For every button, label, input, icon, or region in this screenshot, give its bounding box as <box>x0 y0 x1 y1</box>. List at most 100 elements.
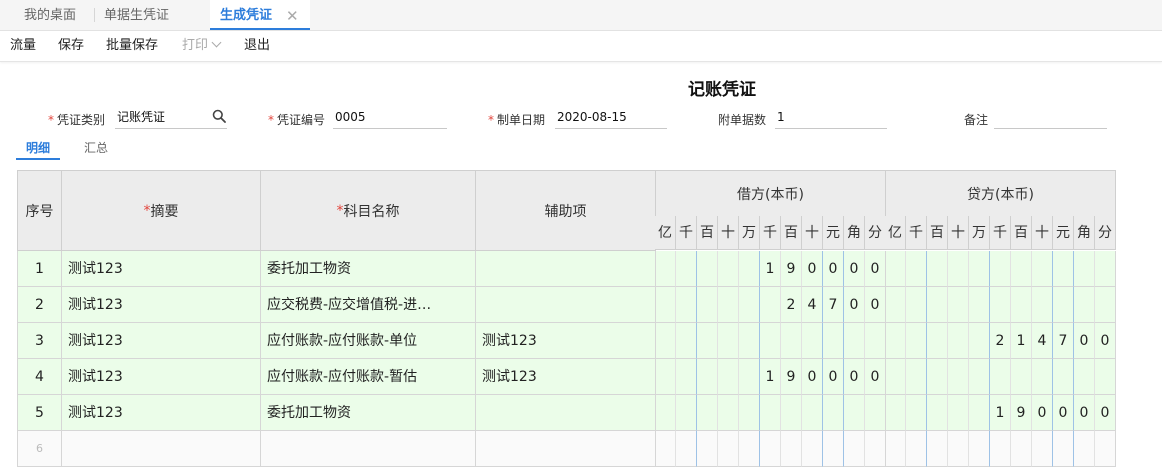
row-summary[interactable]: 测试123 <box>62 359 261 395</box>
debit-digit-cell[interactable]: 9 <box>781 251 802 287</box>
credit-digit-cell[interactable] <box>1095 287 1116 323</box>
credit-digit-cell[interactable] <box>1011 251 1032 287</box>
credit-digit-cell[interactable] <box>948 359 969 395</box>
debit-digit-cell[interactable] <box>655 431 676 467</box>
credit-digit-cell[interactable] <box>927 287 948 323</box>
credit-digit-cell[interactable]: 0 <box>1095 395 1116 431</box>
credit-digit-cell[interactable] <box>1053 431 1074 467</box>
debit-digit-cell[interactable] <box>739 395 760 431</box>
print-dropdown[interactable]: 打印 <box>182 31 222 61</box>
credit-digit-cell[interactable] <box>1074 359 1095 395</box>
credit-digit-cell[interactable] <box>885 323 906 359</box>
debit-digit-cell[interactable] <box>802 323 823 359</box>
credit-digit-cell[interactable] <box>1032 251 1053 287</box>
debit-digit-cell[interactable] <box>655 251 676 287</box>
debit-digit-cell[interactable] <box>655 395 676 431</box>
debit-digit-cell[interactable]: 0 <box>844 287 865 323</box>
row-aux[interactable]: 测试123 <box>476 323 656 359</box>
row-aux[interactable] <box>476 395 656 431</box>
debit-digit-cell[interactable]: 0 <box>823 251 844 287</box>
credit-digit-cell[interactable]: 0 <box>1074 323 1095 359</box>
batch-save-button[interactable]: 批量保存 <box>106 31 158 61</box>
debit-digit-cell[interactable] <box>655 323 676 359</box>
debit-digit-cell[interactable] <box>865 431 886 467</box>
table-row[interactable]: 2 测试123 应交税费-应交增值税-进… 2 4 7 0 0 <box>17 287 1116 323</box>
debit-digit-cell[interactable] <box>760 431 781 467</box>
debit-digit-cell[interactable] <box>823 323 844 359</box>
debit-digit-cell[interactable]: 0 <box>844 251 865 287</box>
tab-generate-voucher[interactable]: 生成凭证 ✕ <box>210 0 310 30</box>
debit-digit-cell[interactable] <box>739 359 760 395</box>
debit-digit-cell[interactable] <box>718 323 739 359</box>
row-aux[interactable]: 测试123 <box>476 359 656 395</box>
search-icon[interactable] <box>212 109 226 123</box>
debit-digit-cell[interactable] <box>760 395 781 431</box>
credit-digit-cell[interactable] <box>906 323 927 359</box>
row-seq[interactable]: 3 <box>17 323 62 359</box>
credit-digit-cell[interactable] <box>969 323 990 359</box>
debit-digit-cell[interactable] <box>781 395 802 431</box>
attach-count-field[interactable]: 1 <box>775 106 887 129</box>
row-account[interactable]: 应交税费-应交增值税-进… <box>261 287 476 323</box>
credit-digit-cell[interactable] <box>906 359 927 395</box>
row-seq[interactable]: 4 <box>17 359 62 395</box>
row-seq[interactable]: 2 <box>17 287 62 323</box>
credit-digit-cell[interactable] <box>948 395 969 431</box>
debit-digit-cell[interactable] <box>697 431 718 467</box>
debit-digit-cell[interactable] <box>781 431 802 467</box>
debit-digit-cell[interactable] <box>697 323 718 359</box>
debit-digit-cell[interactable]: 0 <box>844 359 865 395</box>
credit-digit-cell[interactable] <box>948 323 969 359</box>
credit-digit-cell[interactable] <box>1095 251 1116 287</box>
row-account[interactable]: 应付账款-应付账款-单位 <box>261 323 476 359</box>
credit-digit-cell[interactable] <box>1032 287 1053 323</box>
credit-digit-cell[interactable] <box>969 359 990 395</box>
debit-digit-cell[interactable] <box>802 395 823 431</box>
credit-digit-cell[interactable] <box>1011 431 1032 467</box>
row-aux[interactable] <box>476 287 656 323</box>
flow-button[interactable]: 流量 <box>10 31 36 61</box>
debit-digit-cell[interactable] <box>718 359 739 395</box>
exit-button[interactable]: 退出 <box>244 31 270 61</box>
credit-digit-cell[interactable] <box>1032 359 1053 395</box>
debit-digit-cell[interactable] <box>676 359 697 395</box>
debit-digit-cell[interactable] <box>718 395 739 431</box>
credit-digit-cell[interactable] <box>1053 359 1074 395</box>
credit-digit-cell[interactable]: 1 <box>990 395 1011 431</box>
debit-digit-cell[interactable] <box>655 287 676 323</box>
row-account[interactable]: 应付账款-应付账款-暂估 <box>261 359 476 395</box>
table-row[interactable]: 1 测试123 委托加工物资 1 9 0 0 0 0 <box>17 251 1116 287</box>
credit-digit-cell[interactable] <box>927 431 948 467</box>
tab-my-desktop[interactable]: 我的桌面 <box>24 0 76 30</box>
tab-detail[interactable]: 明细 <box>26 139 50 156</box>
credit-digit-cell[interactable] <box>885 359 906 395</box>
debit-digit-cell[interactable] <box>823 395 844 431</box>
debit-digit-cell[interactable]: 7 <box>823 287 844 323</box>
credit-digit-cell[interactable] <box>885 251 906 287</box>
credit-digit-cell[interactable] <box>1095 359 1116 395</box>
table-row[interactable]: 4 测试123 应付账款-应付账款-暂估 测试123 1 9 0 0 0 0 <box>17 359 1116 395</box>
debit-digit-cell[interactable]: 0 <box>802 251 823 287</box>
credit-digit-cell[interactable] <box>1095 431 1116 467</box>
debit-digit-cell[interactable] <box>676 323 697 359</box>
credit-digit-cell[interactable] <box>1053 251 1074 287</box>
debit-digit-cell[interactable] <box>676 431 697 467</box>
credit-digit-cell[interactable]: 0 <box>1074 395 1095 431</box>
credit-digit-cell[interactable] <box>990 431 1011 467</box>
debit-digit-cell[interactable] <box>697 251 718 287</box>
debit-digit-cell[interactable]: 1 <box>760 251 781 287</box>
credit-digit-cell[interactable] <box>927 251 948 287</box>
debit-digit-cell[interactable] <box>844 431 865 467</box>
credit-digit-cell[interactable]: 2 <box>990 323 1011 359</box>
credit-digit-cell[interactable] <box>990 287 1011 323</box>
debit-digit-cell[interactable] <box>655 359 676 395</box>
row-summary[interactable] <box>62 431 261 467</box>
credit-digit-cell[interactable] <box>1011 287 1032 323</box>
row-seq[interactable]: 1 <box>17 251 62 287</box>
debit-digit-cell[interactable] <box>739 431 760 467</box>
credit-digit-cell[interactable] <box>1074 287 1095 323</box>
credit-digit-cell[interactable]: 1 <box>1011 323 1032 359</box>
credit-digit-cell[interactable] <box>1053 287 1074 323</box>
credit-digit-cell[interactable] <box>885 287 906 323</box>
table-row[interactable]: 3 测试123 应付账款-应付账款-单位 测试123 2 1 4 7 0 0 <box>17 323 1116 359</box>
